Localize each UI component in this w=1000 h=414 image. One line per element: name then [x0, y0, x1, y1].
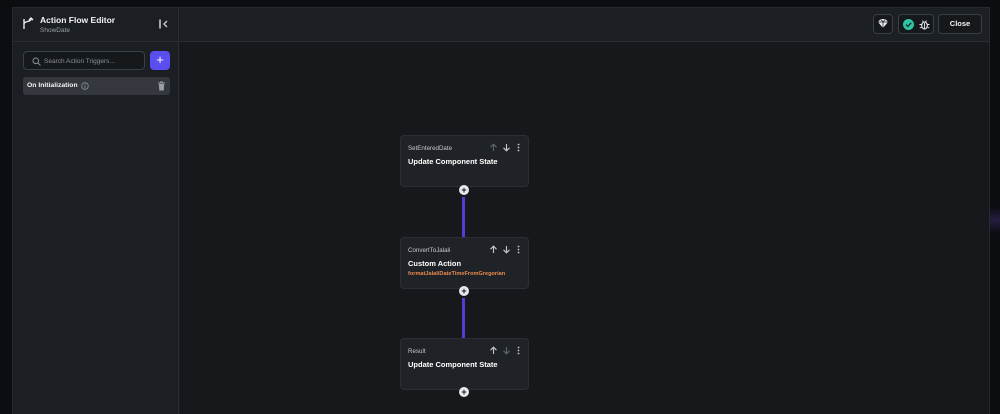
move-up-icon[interactable]: [489, 346, 498, 355]
action-detail: formatJalaliDateTimeFromGregorian: [408, 271, 506, 277]
add-action-button[interactable]: +: [459, 286, 469, 296]
action-name: ConvertToJalali: [408, 247, 451, 254]
gem-icon: [878, 18, 888, 28]
action-node[interactable]: Result Update Component State: [400, 338, 529, 390]
more-options-icon[interactable]: [514, 346, 523, 355]
more-options-icon[interactable]: [514, 245, 523, 254]
trash-icon[interactable]: [157, 81, 166, 91]
close-button[interactable]: Close: [938, 14, 982, 34]
flow-canvas[interactable]: Close SetEnteredDate Update Component St…: [180, 8, 989, 414]
move-up-icon[interactable]: [489, 245, 498, 254]
info-icon[interactable]: [81, 82, 89, 90]
bug-icon: [919, 19, 930, 30]
move-down-icon[interactable]: [502, 143, 511, 152]
check-circle-icon: [903, 18, 914, 30]
action-name: SetEnteredDate: [408, 145, 453, 152]
collapse-sidebar-icon[interactable]: [158, 18, 170, 30]
trigger-label: On Initialization: [27, 82, 78, 89]
add-action-button[interactable]: +: [459, 387, 469, 397]
flow-icon: [23, 17, 34, 29]
action-node[interactable]: ConvertToJalali Custom Action formatJala…: [400, 237, 529, 289]
editor-title: Action Flow Editor: [40, 15, 116, 25]
gem-button[interactable]: [873, 14, 893, 34]
search-icon: [32, 57, 41, 66]
status-debug-button[interactable]: [898, 14, 934, 34]
sidebar: Action Flow Editor ShowDate + On Initial…: [13, 8, 179, 414]
move-up-icon[interactable]: [489, 143, 498, 152]
trigger-item-on-initialization[interactable]: On Initialization: [23, 77, 170, 95]
action-name: Result: [408, 348, 426, 355]
add-action-button[interactable]: +: [459, 185, 469, 195]
add-trigger-button[interactable]: +: [150, 51, 170, 70]
component-name: ShowDate: [40, 27, 70, 34]
move-down-icon[interactable]: [502, 245, 511, 254]
action-flow-editor-window: Action Flow Editor ShowDate + On Initial…: [12, 7, 990, 414]
action-type: Update Component State: [408, 157, 498, 166]
move-down-icon[interactable]: [502, 346, 511, 355]
sidebar-header: Action Flow Editor ShowDate: [13, 8, 178, 42]
search-triggers-field[interactable]: [23, 51, 145, 70]
search-triggers-input[interactable]: [44, 55, 142, 67]
action-type: Custom Action: [408, 259, 462, 268]
more-options-icon[interactable]: [514, 143, 523, 152]
action-type: Update Component State: [408, 360, 498, 369]
action-node[interactable]: SetEnteredDate Update Component State: [400, 135, 529, 187]
editor-toolbar: Close: [180, 8, 989, 42]
